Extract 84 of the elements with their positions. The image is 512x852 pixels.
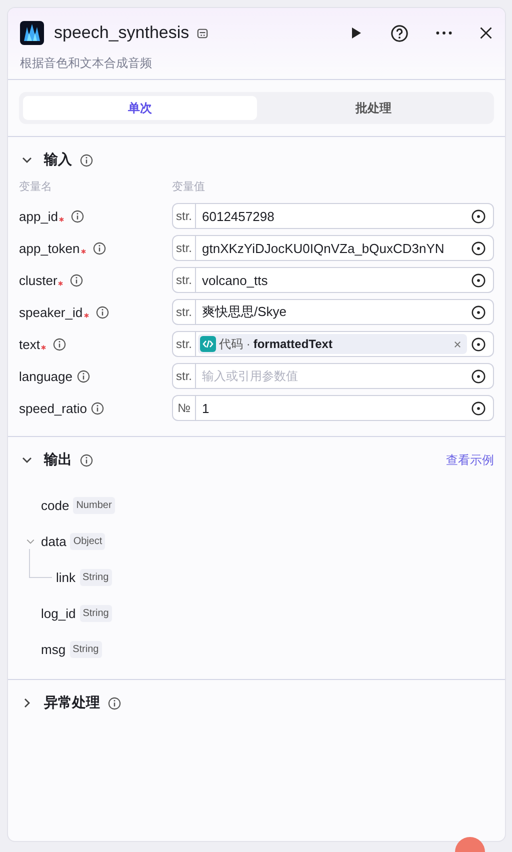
code-icon [200,336,216,352]
info-icon[interactable] [90,402,104,414]
type-tag: str. [173,268,196,292]
section-title: 输出 [44,451,72,469]
info-icon[interactable] [71,210,84,222]
field-placeholder: 输入或引用参数值 [202,368,298,384]
variable-icon[interactable] [471,272,486,288]
param-name: speed_ratio [19,400,87,416]
type-tag: str. [173,204,196,228]
value-field[interactable]: str. volcano_tts [172,267,494,293]
param-name: speaker_id [19,304,83,320]
chevron-icon[interactable] [22,157,32,163]
reference-source: 代码 · [219,336,250,352]
column-header: 变量值 [172,180,205,194]
required-icon [58,280,64,286]
info-icon[interactable] [92,242,106,254]
node-title: speech_synthesis [54,23,190,43]
type-tag: Number [73,496,115,514]
type-tag: str. [173,364,196,388]
param-name: text [19,336,40,352]
tab[interactable]: 批处理 [256,96,490,120]
logo-icon [20,21,44,45]
chevron-icon[interactable] [24,698,30,708]
reference-variable: formattedText [253,337,332,351]
field-value: gtnXKzYiDJocKU0IQnVZa_bQuxCD3nYN [202,240,444,256]
mascot-icon[interactable] [455,836,485,852]
info-icon[interactable] [70,274,84,286]
column-header: 变量名 [19,180,53,194]
section-title: 输入 [44,151,72,169]
variable-icon[interactable] [471,208,486,224]
node-description: 根据音色和文本合成音频 [20,55,153,72]
param-name: language [19,368,72,384]
tree-line [29,549,52,578]
variable-icon[interactable] [471,304,486,320]
info-icon[interactable] [80,154,93,166]
field-value: 6012457298 [202,208,274,224]
info-icon[interactable] [76,370,90,382]
value-field[interactable]: str. 爽快思思/Skye [172,299,494,325]
info-icon[interactable] [108,696,121,710]
tab[interactable]: 单次 [23,96,256,120]
param-name: app_id [19,208,58,224]
type-tag: String [80,604,112,622]
close-icon[interactable] [479,26,493,40]
type-tag: str. [173,236,196,260]
clear-icon[interactable] [454,340,461,348]
param-name: app_token [19,240,80,256]
required-icon [80,248,86,254]
info-icon[interactable] [96,306,109,318]
type-tag: Object [70,532,106,550]
variable-icon[interactable] [471,400,486,416]
view-example-link[interactable]: 查看示例 [446,452,494,468]
type-tag: str. [173,332,196,356]
value-field[interactable]: str. 代码 · formattedText [172,331,494,357]
required-icon [40,344,46,350]
output-name: link [56,570,76,584]
required-icon [59,216,64,222]
chevron-icon[interactable] [22,457,32,463]
output-name: code [41,498,70,512]
variable-icon[interactable] [471,368,486,384]
value-field[interactable]: № 1 [172,395,494,421]
type-tag: str. [173,300,196,324]
type-tag: String [80,568,112,586]
info-icon[interactable] [80,454,93,466]
type-tag: String [70,640,102,658]
value-field[interactable]: str. gtnXKzYiDJocKU0IQnVZa_bQuxCD3nYN [172,235,494,261]
field-value: 1 [202,400,210,416]
type-tag: № [173,396,196,420]
value-field[interactable]: str. 6012457298 [172,203,494,229]
output-name: log_id [41,606,76,620]
reference-chip[interactable]: 代码 · formattedText [198,334,467,354]
more-icon[interactable] [435,30,453,36]
output-name: data [41,534,66,548]
field-value: volcano_tts [202,272,268,288]
variable-icon[interactable] [471,336,486,352]
param-name: cluster [19,272,58,288]
required-icon [84,312,89,318]
help-icon[interactable] [390,24,409,42]
value-field[interactable]: str. 输入或引用参数值 [172,363,494,389]
section-title: 异常处理 [44,694,100,712]
info-icon[interactable] [52,338,66,350]
plugin-icon [197,28,208,38]
field-value: 爽快思思/Skye [202,303,287,321]
variable-icon[interactable] [471,240,486,256]
output-name: msg [41,642,66,656]
